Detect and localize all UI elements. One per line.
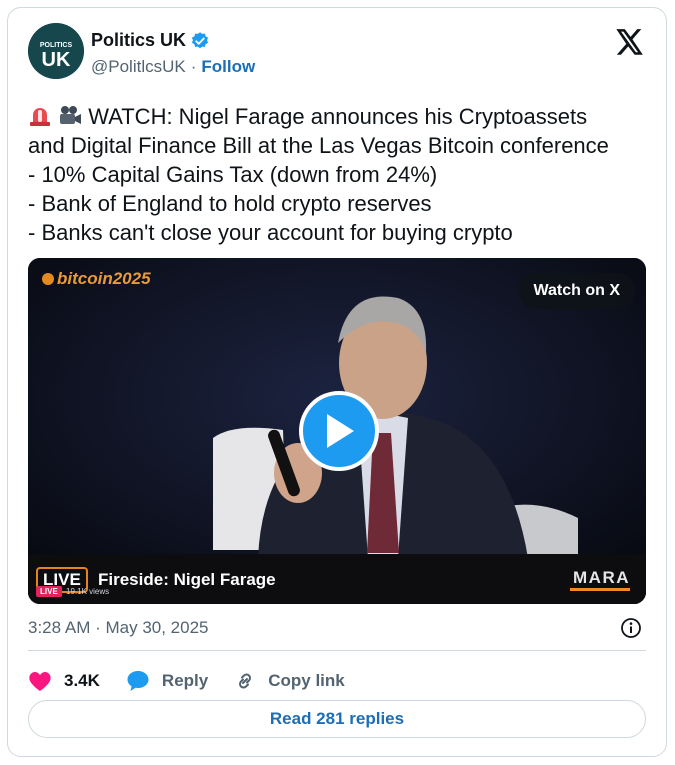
action-bar: 3.4K Reply Copy link <box>28 664 371 698</box>
tweet-bullet: - 10% Capital Gains Tax (down from 24%) <box>28 162 438 187</box>
avatar[interactable]: POLITICS UK <box>28 23 84 79</box>
play-button[interactable] <box>299 391 379 471</box>
like-button[interactable]: 3.4K <box>28 670 100 692</box>
handle[interactable]: @PolitlcsUK <box>91 57 186 77</box>
heart-icon <box>29 671 51 691</box>
video-caption: Fireside: Nigel Farage <box>98 570 276 589</box>
reply-label: Reply <box>161 671 209 690</box>
tweet-card: POLITICS UK Politics UK @PolitlcsUK · Fo… <box>7 7 667 757</box>
avatar-label-main: UK <box>42 49 71 71</box>
sponsor-logo: MARA <box>573 568 630 587</box>
tweet-bullet: - Bank of England to hold crypto reserve… <box>28 191 432 216</box>
display-name[interactable]: Politics UK <box>91 30 186 51</box>
separator: · <box>190 57 197 76</box>
video-player[interactable]: bitcoin 2025 Watch on X LIVE LIVE 19.1K v… <box>28 258 646 604</box>
divider <box>28 650 646 651</box>
play-icon <box>327 414 354 448</box>
tweet-text: WATCH: Nigel Farage announces his Crypto… <box>28 102 668 247</box>
bitcoin-brand-logo: bitcoin 2025 <box>42 269 151 289</box>
tweet-bullet: - Banks can't close your account for buy… <box>28 220 513 245</box>
tweet-timestamp[interactable]: 3:28 AM · May 30, 2025 <box>28 618 209 638</box>
siren-icon <box>28 105 52 127</box>
sponsor-underline <box>570 588 630 591</box>
avatar-label-top: POLITICS <box>40 42 73 49</box>
reply-bubble-icon <box>127 671 149 691</box>
follow-button[interactable]: Follow <box>201 57 255 77</box>
tweet-headline-line: WATCH: Nigel Farage announces his Crypto… <box>28 102 668 131</box>
link-icon <box>239 673 252 689</box>
copy-link-button[interactable]: Copy link <box>234 670 345 692</box>
author-name-row: Politics UK <box>91 30 210 51</box>
read-replies-button[interactable]: Read 281 replies <box>28 700 646 738</box>
copy-link-label: Copy link <box>268 671 345 690</box>
x-logo-icon[interactable] <box>616 29 644 55</box>
info-icon[interactable] <box>620 617 642 639</box>
tweet-headline: WATCH: Nigel Farage announces his Crypto… <box>88 104 588 129</box>
brand-year: 2025 <box>112 269 151 288</box>
watch-on-x-button[interactable]: Watch on X <box>518 273 635 309</box>
handle-row: @PolitlcsUK · Follow <box>91 57 255 77</box>
tweet-headline-cont: and Digital Finance Bill at the Las Vega… <box>28 133 609 158</box>
bitcoin-coin-icon <box>42 273 54 285</box>
brand-text: bitcoin <box>57 269 113 288</box>
movie-camera-icon <box>58 105 82 127</box>
like-count: 3.4K <box>64 671 100 690</box>
live-small-badge: LIVE <box>36 586 62 597</box>
verified-badge-icon <box>190 31 210 51</box>
reply-button[interactable]: Reply <box>126 670 208 692</box>
